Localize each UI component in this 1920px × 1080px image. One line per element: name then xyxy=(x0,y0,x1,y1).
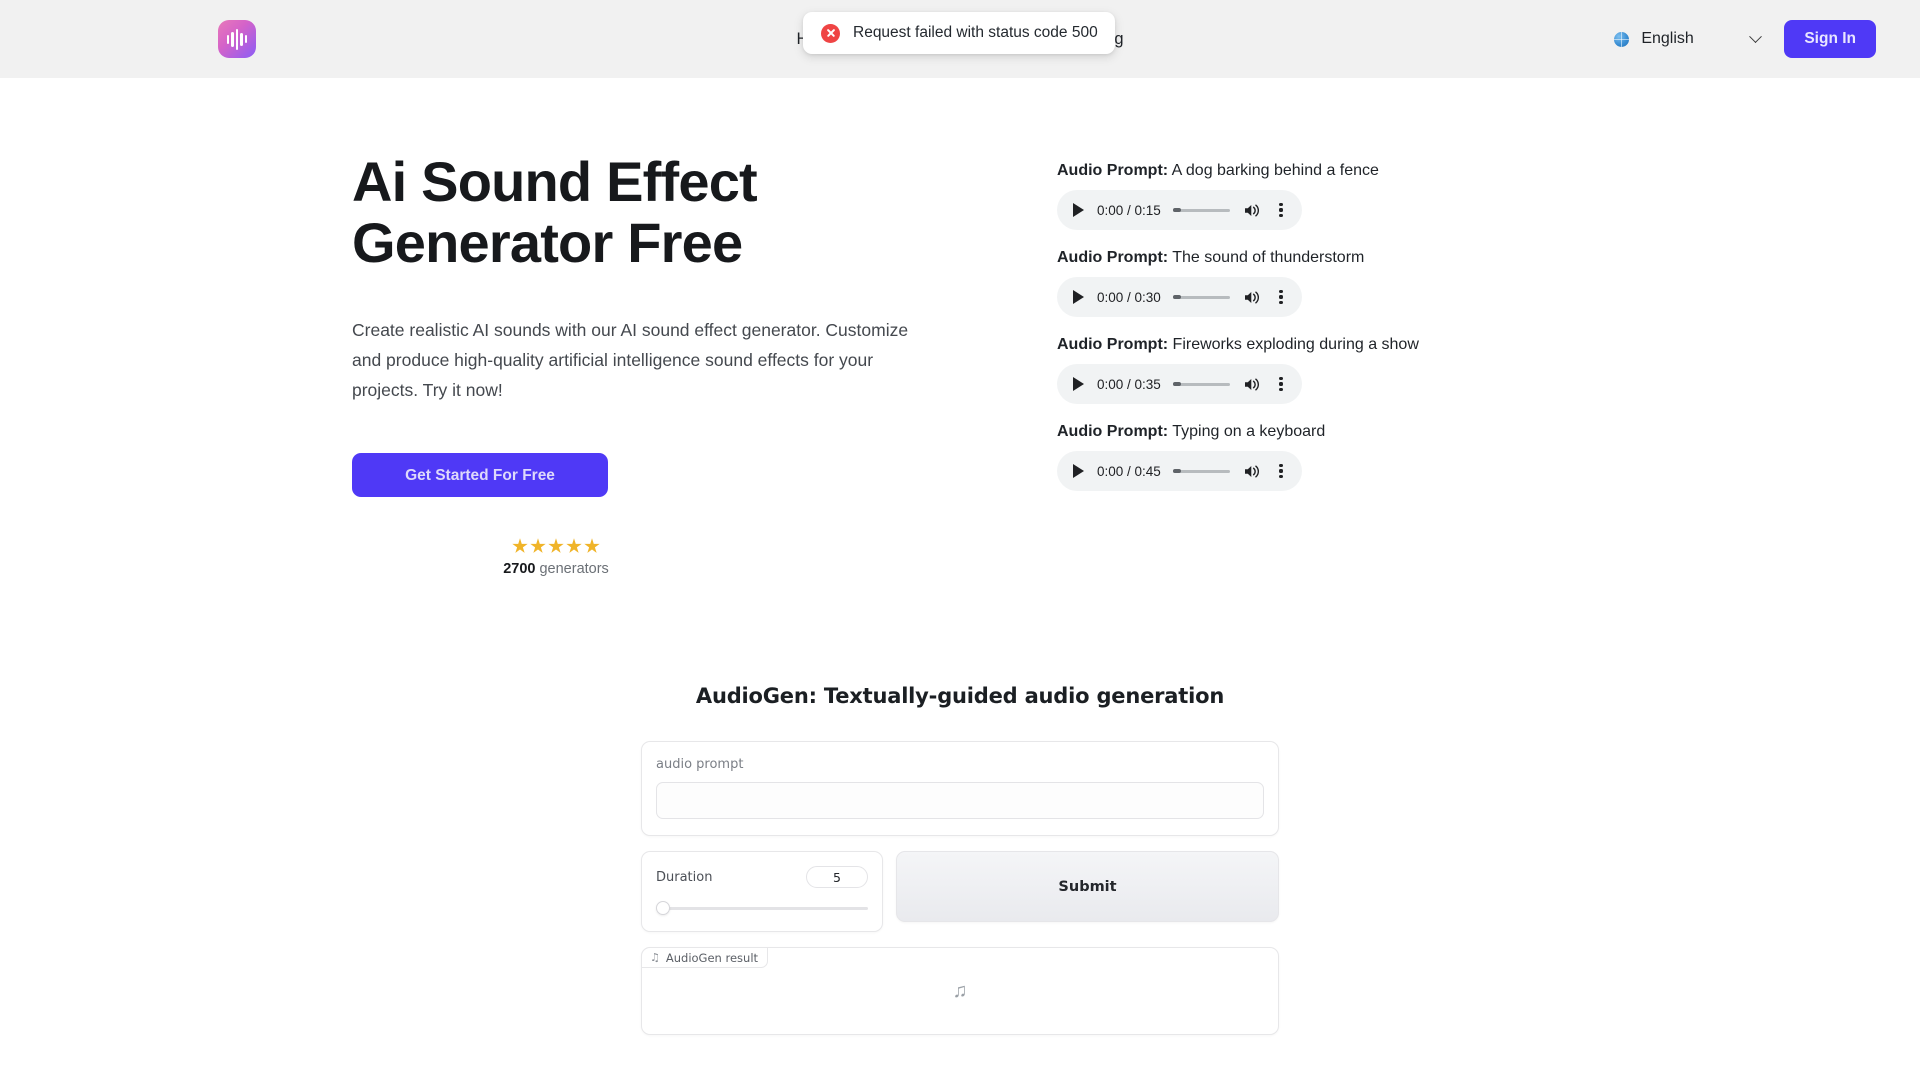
star-icon xyxy=(512,538,528,553)
site-logo[interactable] xyxy=(218,20,256,58)
audio-prompt-input[interactable] xyxy=(656,782,1264,820)
music-note-icon: ♫ xyxy=(952,980,968,1003)
audio-sample-label: Audio Prompt: A dog barking behind a fen… xyxy=(1057,163,1419,179)
audiogen-section: AudioGen: Textually-guided audio generat… xyxy=(0,684,1920,1036)
audio-progress-bar[interactable] xyxy=(1172,295,1230,299)
audio-prompt-text: A dog barking behind a fence xyxy=(1168,162,1379,179)
chevron-down-icon xyxy=(1749,29,1763,43)
star-icon xyxy=(584,538,600,553)
audio-sample-item: Audio Prompt: A dog barking behind a fen… xyxy=(1057,163,1419,230)
audio-sample-item: Audio Prompt: Fireworks exploding during… xyxy=(1057,337,1419,404)
volume-icon[interactable] xyxy=(1244,290,1261,305)
header-right-group: English Sign In xyxy=(1602,20,1876,58)
error-toast[interactable]: Request failed with status code 500 xyxy=(803,12,1115,54)
audiogen-result-card: ♫ AudioGen result ♫ xyxy=(641,947,1279,1036)
audiogen-title: AudioGen: Textually-guided audio generat… xyxy=(695,684,1225,709)
globe-icon xyxy=(1614,31,1630,47)
star-icon xyxy=(530,538,546,553)
play-icon[interactable] xyxy=(1073,203,1084,217)
play-icon[interactable] xyxy=(1073,377,1084,391)
duration-label: Duration xyxy=(656,869,713,885)
audio-player[interactable]: 0:00 / 0:15 xyxy=(1057,190,1302,230)
more-options-icon[interactable] xyxy=(1273,289,1289,305)
audio-samples-column: Audio Prompt: A dog barking behind a fen… xyxy=(1057,152,1419,577)
more-options-icon[interactable] xyxy=(1273,202,1289,218)
rating-count-suffix: generators xyxy=(535,561,609,578)
sign-in-button[interactable]: Sign In xyxy=(1784,20,1876,58)
language-selector[interactable]: English xyxy=(1602,22,1770,56)
audio-player[interactable]: 0:00 / 0:35 xyxy=(1057,364,1302,404)
submit-button[interactable]: Submit xyxy=(896,851,1279,923)
audio-sample-label: Audio Prompt: Fireworks exploding during… xyxy=(1057,337,1419,353)
site-header: Home Blog Request failed with status cod… xyxy=(0,0,1920,78)
duration-value-input[interactable] xyxy=(806,866,868,889)
audio-player[interactable]: 0:00 / 0:45 xyxy=(1057,451,1302,491)
audio-waveform-logo-icon xyxy=(218,20,256,58)
duration-slider[interactable] xyxy=(656,901,868,916)
audio-progress-bar[interactable] xyxy=(1172,382,1230,386)
audio-time-display: 0:00 / 0:15 xyxy=(1097,202,1161,218)
audio-sample-label: Audio Prompt: The sound of thunderstorm xyxy=(1057,250,1419,266)
audio-progress-bar[interactable] xyxy=(1172,208,1230,212)
audio-prompt-text: Typing on a keyboard xyxy=(1168,423,1326,440)
duration-card: Duration xyxy=(641,851,883,933)
error-circle-x-icon xyxy=(821,23,840,43)
audio-prompt-label: audio prompt xyxy=(656,757,744,773)
star-icon xyxy=(548,538,564,553)
volume-icon[interactable] xyxy=(1244,203,1261,218)
language-selected-label: English xyxy=(1641,30,1694,47)
audiogen-result-empty: ♫ xyxy=(642,948,1278,1034)
audio-prompt-prefix: Audio Prompt: xyxy=(1057,162,1169,179)
duration-slider-track xyxy=(656,906,868,910)
audio-progress-bar[interactable] xyxy=(1172,469,1230,473)
hero-section: Ai Sound Effect Generator Free Create re… xyxy=(0,78,1920,577)
page-title: Ai Sound Effect Generator Free xyxy=(352,150,758,274)
audio-sample-item: Audio Prompt: Typing on a keyboard 0:00 … xyxy=(1057,424,1419,491)
audio-sample-item: Audio Prompt: The sound of thunderstorm … xyxy=(1057,250,1419,317)
more-options-icon[interactable] xyxy=(1273,463,1289,479)
audio-time-display: 0:00 / 0:45 xyxy=(1097,463,1161,479)
audio-time-display: 0:00 / 0:30 xyxy=(1097,289,1161,305)
more-options-icon[interactable] xyxy=(1273,376,1289,392)
play-icon[interactable] xyxy=(1073,290,1084,304)
play-icon[interactable] xyxy=(1073,464,1084,478)
volume-icon[interactable] xyxy=(1244,464,1261,479)
hero-subtitle: Create realistic AI sounds with our AI s… xyxy=(352,319,909,401)
error-toast-message: Request failed with status code 500 xyxy=(853,24,1098,41)
rating-count-text: 2700 generators xyxy=(498,561,614,577)
audio-prompt-prefix: Audio Prompt: xyxy=(1057,423,1169,440)
star-icon xyxy=(566,538,582,553)
get-started-button[interactable]: Get Started For Free xyxy=(352,453,608,498)
audio-player[interactable]: 0:00 / 0:30 xyxy=(1057,277,1302,317)
audio-time-display: 0:00 / 0:35 xyxy=(1097,376,1161,392)
volume-icon[interactable] xyxy=(1244,377,1261,392)
audio-prompt-prefix: Audio Prompt: xyxy=(1057,336,1169,353)
audiogen-panel: audio prompt Duration Submit ♫ AudioGen … xyxy=(641,741,1279,1036)
audio-prompt-text: Fireworks exploding during a show xyxy=(1168,336,1419,353)
duration-slider-thumb[interactable] xyxy=(656,901,670,916)
controls-row: Duration Submit xyxy=(641,851,1279,933)
audio-prompt-card: audio prompt xyxy=(641,741,1279,837)
audio-sample-label: Audio Prompt: Typing on a keyboard xyxy=(1057,424,1419,440)
audio-prompt-text: The sound of thunderstorm xyxy=(1168,249,1365,266)
star-rating xyxy=(498,538,614,554)
hero-left-column: Ai Sound Effect Generator Free Create re… xyxy=(352,150,1057,577)
rating-block: 2700 generators xyxy=(498,538,614,577)
duration-header: Duration xyxy=(656,866,868,889)
audio-prompt-prefix: Audio Prompt: xyxy=(1057,249,1169,266)
rating-count-value: 2700 xyxy=(503,561,536,578)
